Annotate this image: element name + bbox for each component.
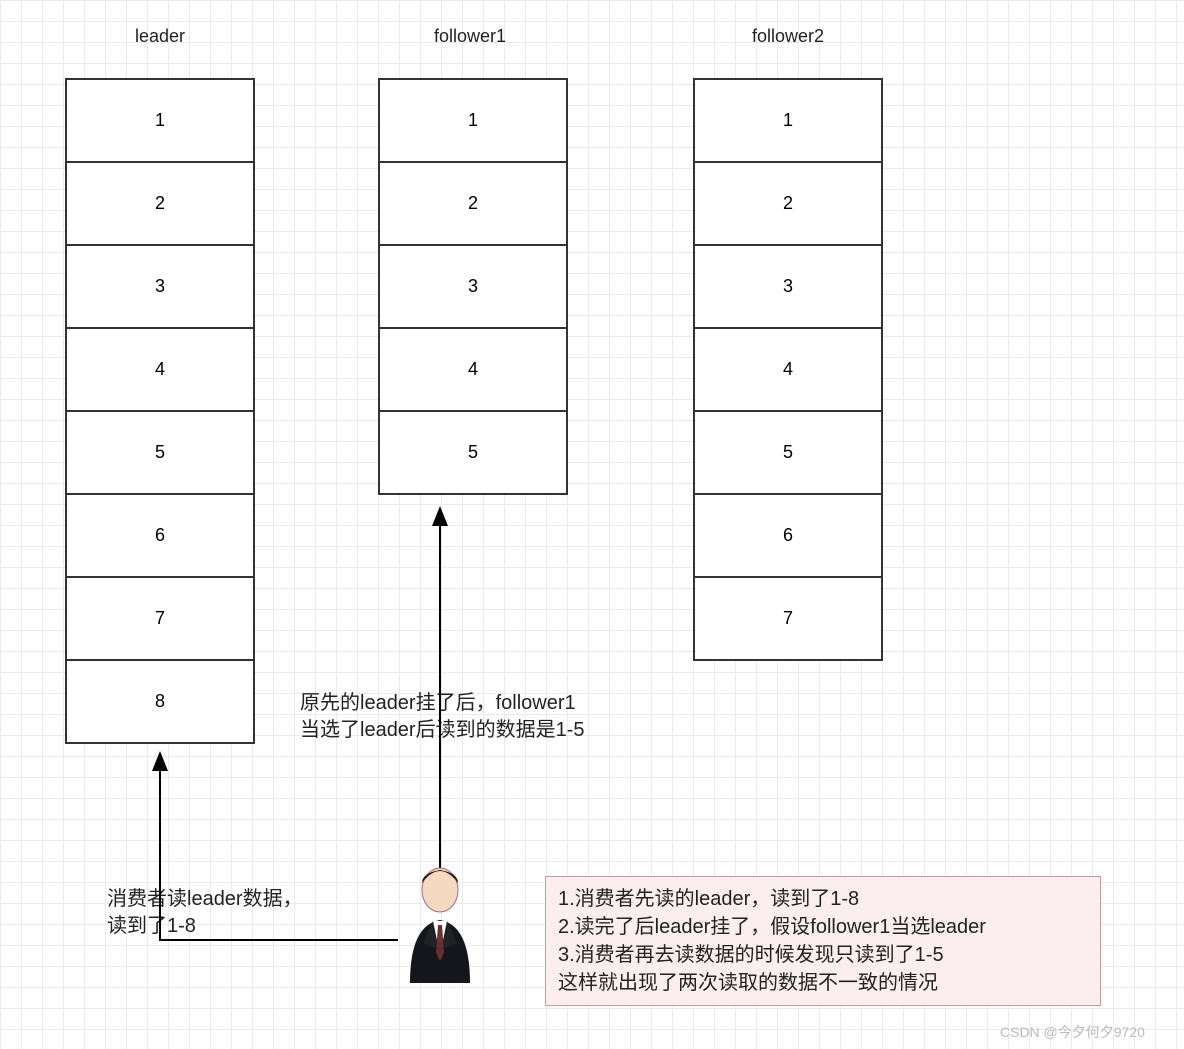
arrow-to-follower1 <box>0 0 1184 1049</box>
person-icon <box>395 865 485 985</box>
